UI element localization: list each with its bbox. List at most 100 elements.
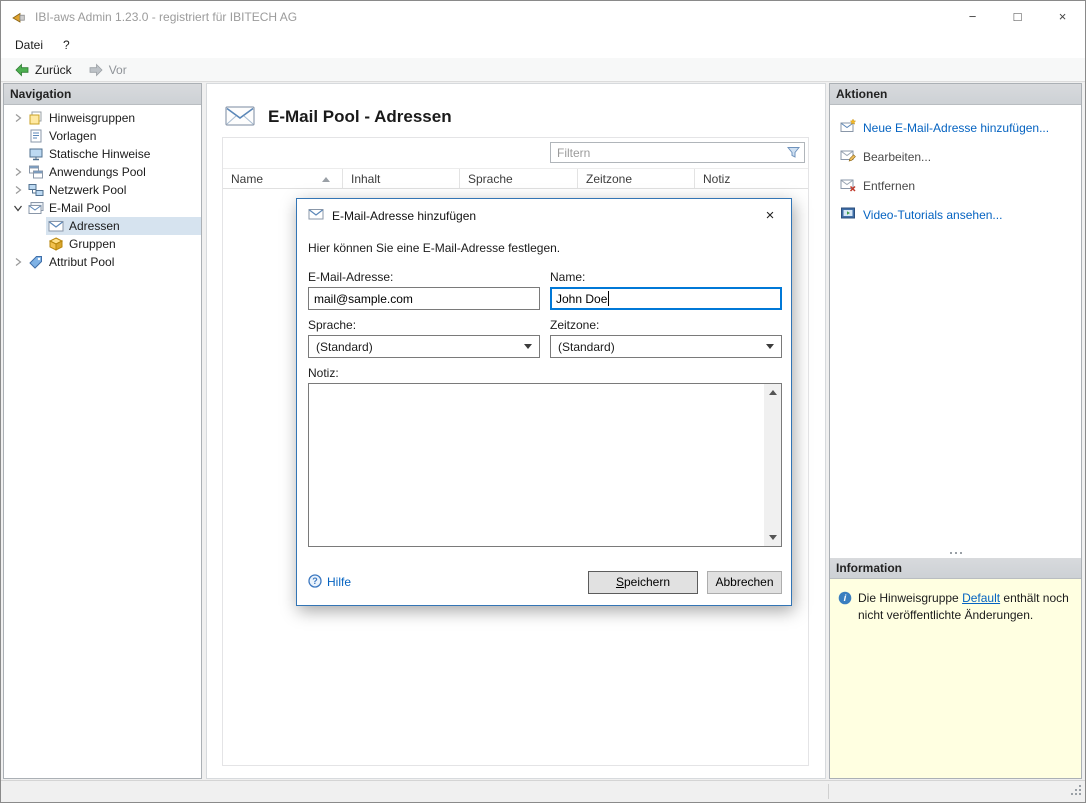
menu-bar: Datei ? bbox=[1, 32, 1085, 58]
help-icon: ? bbox=[308, 574, 322, 591]
close-icon: × bbox=[1059, 9, 1067, 24]
save-button[interactable]: Speichern bbox=[588, 571, 698, 594]
back-button[interactable]: Zurück bbox=[7, 60, 79, 80]
panel-splitter[interactable] bbox=[830, 548, 1081, 558]
column-header-inhalt[interactable]: Inhalt bbox=[343, 169, 460, 188]
maximize-icon: □ bbox=[1014, 9, 1022, 24]
dialog-close-button[interactable]: × bbox=[749, 199, 791, 232]
tree-item-email-pool[interactable]: E-Mail Pool bbox=[4, 199, 201, 217]
tree-item-attribut-pool[interactable]: Attribut Pool bbox=[4, 253, 201, 271]
name-label: Name: bbox=[550, 270, 585, 284]
remove-email-icon bbox=[840, 176, 856, 195]
chevron-right-icon[interactable] bbox=[10, 113, 26, 123]
tree-item-anwendungs-pool[interactable]: Anwendungs Pool bbox=[4, 163, 201, 181]
help-link[interactable]: ? Hilfe bbox=[308, 574, 351, 591]
tree-item-label: Adressen bbox=[69, 219, 120, 233]
application-pool-icon bbox=[28, 164, 44, 180]
tree-item-label: Hinweisgruppen bbox=[49, 111, 135, 125]
column-header-notiz[interactable]: Notiz bbox=[695, 169, 808, 188]
scroll-up-button[interactable] bbox=[764, 384, 781, 401]
triangle-up-icon bbox=[769, 390, 777, 395]
save-label-rest: peichern bbox=[624, 575, 670, 589]
email-page-icon bbox=[225, 104, 255, 131]
help-label: Hilfe bbox=[327, 575, 351, 589]
chevron-right-icon[interactable] bbox=[10, 185, 26, 195]
maximize-button[interactable]: □ bbox=[995, 1, 1040, 32]
table-header-row: Name Inhalt Sprache Zeitzone Notiz bbox=[223, 168, 808, 189]
action-new-email-address[interactable]: Neue E-Mail-Adresse hinzufügen... bbox=[830, 113, 1081, 142]
dialog-email-icon bbox=[308, 206, 324, 225]
static-notices-icon bbox=[28, 146, 44, 162]
tree-item-adressen[interactable]: Adressen bbox=[4, 217, 201, 235]
menu-help[interactable]: ? bbox=[53, 34, 80, 56]
email-pool-icon bbox=[28, 200, 44, 216]
toolbar: Zurück Vor bbox=[1, 58, 1085, 82]
forward-label: Vor bbox=[109, 63, 127, 77]
tree-item-vorlagen[interactable]: Vorlagen bbox=[4, 127, 201, 145]
tree-item-hinweisgruppen[interactable]: Hinweisgruppen bbox=[4, 109, 201, 127]
column-label: Name bbox=[231, 172, 263, 186]
filter-box bbox=[550, 142, 805, 163]
information-panel-body: i Die Hinweisgruppe Default enthält noch… bbox=[830, 579, 1081, 778]
navigation-header-label: Navigation bbox=[10, 87, 71, 101]
resize-grip[interactable] bbox=[1070, 784, 1082, 799]
column-header-name[interactable]: Name bbox=[223, 169, 343, 188]
note-scrollbar[interactable] bbox=[764, 384, 781, 546]
app-logo-icon bbox=[11, 9, 27, 25]
templates-icon bbox=[28, 128, 44, 144]
default-group-link[interactable]: Default bbox=[962, 591, 1000, 605]
chevron-right-icon[interactable] bbox=[10, 167, 26, 177]
page-header: E-Mail Pool - Adressen bbox=[207, 84, 825, 134]
action-label: Video-Tutorials ansehen... bbox=[863, 208, 1002, 222]
scroll-down-button[interactable] bbox=[764, 529, 781, 546]
column-header-zeitzone[interactable]: Zeitzone bbox=[578, 169, 695, 188]
tree-item-netzwerk-pool[interactable]: Netzwerk Pool bbox=[4, 181, 201, 199]
info-text-before: Die Hinweisgruppe bbox=[858, 591, 962, 605]
email-input[interactable] bbox=[308, 287, 540, 310]
title-bar[interactable]: IBI-aws Admin 1.23.0 - registriert für I… bbox=[1, 1, 1085, 32]
name-input[interactable] bbox=[550, 287, 782, 310]
filter-funnel-icon bbox=[787, 146, 800, 159]
network-pool-icon bbox=[28, 182, 44, 198]
timezone-select[interactable]: (Standard) bbox=[550, 335, 782, 358]
filter-input[interactable] bbox=[551, 146, 787, 160]
forward-arrow-icon bbox=[88, 62, 104, 78]
close-button[interactable]: × bbox=[1040, 1, 1085, 32]
language-select[interactable]: (Standard) bbox=[308, 335, 540, 358]
dialog-description: Hier können Sie eine E-Mail-Adresse fest… bbox=[308, 241, 560, 255]
action-video-tutorials[interactable]: Video-Tutorials ansehen... bbox=[830, 200, 1081, 229]
navigation-tree: Hinweisgruppen Vorlagen Statische Hinwei… bbox=[4, 105, 201, 778]
edit-email-icon bbox=[840, 147, 856, 166]
language-selected-value: (Standard) bbox=[316, 340, 373, 354]
note-field bbox=[308, 383, 782, 547]
svg-text:i: i bbox=[844, 593, 847, 604]
dialog-title-bar[interactable]: E-Mail-Adresse hinzufügen × bbox=[297, 199, 791, 232]
statusbar-divider bbox=[828, 784, 829, 799]
tree-item-gruppen[interactable]: Gruppen bbox=[4, 235, 201, 253]
tree-item-statische-hinweise[interactable]: Statische Hinweise bbox=[4, 145, 201, 163]
text-caret bbox=[608, 291, 609, 306]
notice-groups-icon bbox=[28, 110, 44, 126]
window-controls: − □ × bbox=[950, 1, 1085, 32]
back-arrow-icon bbox=[14, 62, 30, 78]
note-input[interactable] bbox=[309, 384, 764, 546]
navigation-panel-header: Navigation bbox=[4, 84, 201, 105]
right-panel: Aktionen Neue E-Mail-Adresse hinzufügen.… bbox=[829, 83, 1082, 779]
chevron-right-icon[interactable] bbox=[10, 257, 26, 267]
back-label: Zurück bbox=[35, 63, 72, 77]
menu-datei[interactable]: Datei bbox=[5, 34, 53, 56]
cancel-button[interactable]: Abbrechen bbox=[707, 571, 782, 594]
actions-header-label: Aktionen bbox=[836, 87, 887, 101]
chevron-down-icon bbox=[524, 344, 532, 349]
chevron-down-icon[interactable] bbox=[10, 203, 26, 213]
email-icon bbox=[48, 218, 64, 234]
column-header-sprache[interactable]: Sprache bbox=[460, 169, 578, 188]
action-remove[interactable]: Entfernen bbox=[830, 171, 1081, 200]
save-accelerator: S bbox=[616, 575, 624, 589]
forward-button[interactable]: Vor bbox=[81, 60, 134, 80]
action-edit[interactable]: Bearbeiten... bbox=[830, 142, 1081, 171]
info-icon: i bbox=[838, 591, 852, 778]
sort-ascending-icon bbox=[322, 177, 330, 182]
tree-item-label: Statische Hinweise bbox=[49, 147, 150, 161]
minimize-button[interactable]: − bbox=[950, 1, 995, 32]
